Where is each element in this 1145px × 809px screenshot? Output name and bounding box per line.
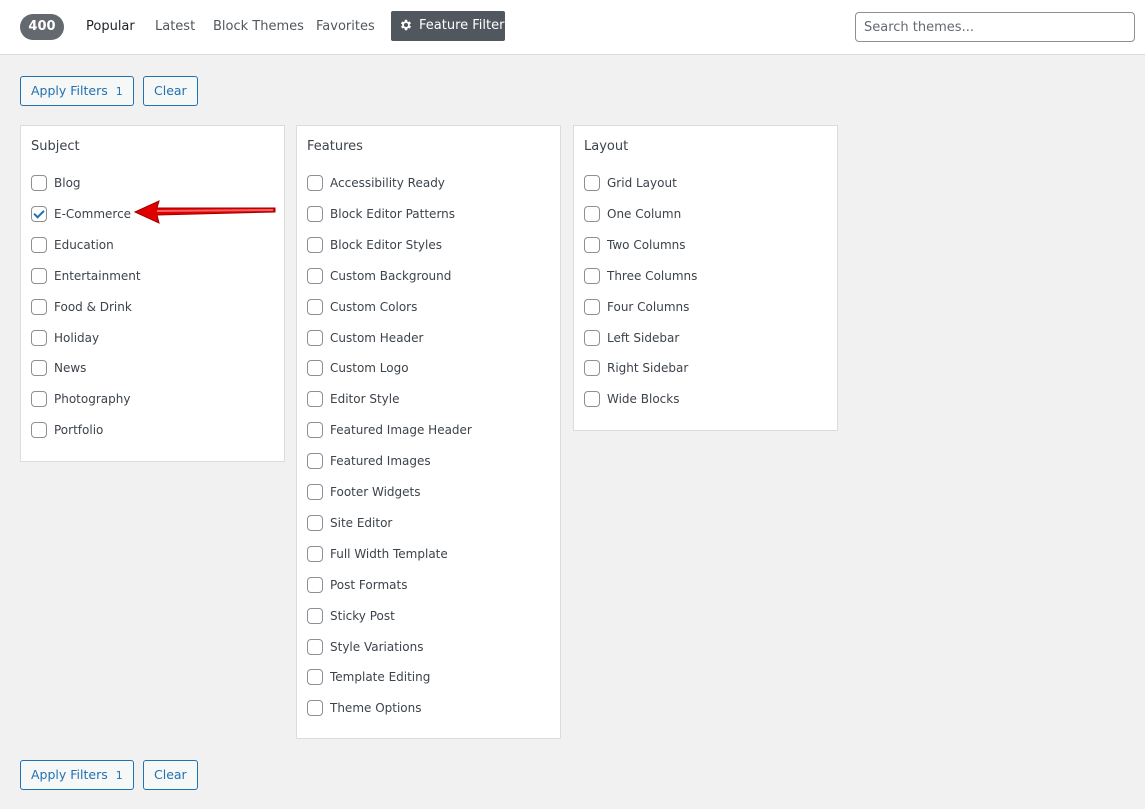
group-title-features: Features xyxy=(307,139,363,154)
checkbox[interactable] xyxy=(31,175,47,191)
apply-filters-button-bottom[interactable]: Apply Filters 1 xyxy=(20,760,134,790)
filter-option-label: Editor Style xyxy=(330,392,400,407)
filter-option-label: Post Formats xyxy=(330,577,408,592)
checkbox[interactable] xyxy=(31,329,47,346)
feature-filter-label: Feature Filter xyxy=(419,18,505,33)
filter-option-label: Theme Options xyxy=(330,701,422,716)
filter-option-label: Holiday xyxy=(54,330,100,345)
filter-option-label: Style Variations xyxy=(330,639,424,654)
filter-option-label: Blog xyxy=(54,176,81,190)
checkbox[interactable] xyxy=(307,700,323,717)
filter-option-label: Custom Colors xyxy=(330,299,418,314)
checkbox[interactable] xyxy=(307,391,323,408)
red-arrow-icon xyxy=(133,200,276,224)
checkbox[interactable] xyxy=(31,267,47,284)
clear-filters-button-top[interactable]: Clear xyxy=(143,76,198,106)
checkbox[interactable] xyxy=(31,298,47,315)
checkbox[interactable] xyxy=(307,484,323,500)
tab-latest[interactable]: Latest xyxy=(155,19,195,35)
checkbox[interactable] xyxy=(307,298,323,315)
filter-option-label: Left Sidebar xyxy=(607,330,680,345)
filter-option-label: Photography xyxy=(54,392,131,407)
filter-group-features: Features Accessibility Ready Block Editor… xyxy=(296,125,561,739)
filter-option-label: Sticky Post xyxy=(330,608,395,623)
filter-option-label: Food & Drink xyxy=(54,299,132,314)
apply-filters-button-top[interactable]: Apply Filters 1 xyxy=(20,76,134,106)
checkbox[interactable] xyxy=(31,360,47,377)
checkbox[interactable] xyxy=(31,391,47,408)
filter-option-label: Full Width Template xyxy=(330,546,448,561)
checkbox[interactable] xyxy=(307,545,323,562)
checkbox[interactable] xyxy=(307,576,323,593)
filter-option-label: Site Editor xyxy=(330,515,393,530)
checkbox[interactable] xyxy=(307,669,323,686)
filter-option-label: Accessibility Ready xyxy=(330,176,445,190)
filter-option-label: Four Columns xyxy=(607,299,690,314)
checkbox[interactable] xyxy=(307,638,323,655)
filter-option-label: Entertainment xyxy=(54,268,141,283)
checkbox[interactable] xyxy=(584,391,600,408)
filter-option-label: Block Editor Styles xyxy=(330,237,442,252)
feature-filter-button[interactable]: Feature Filter xyxy=(391,11,505,41)
filter-option-label: Portfolio xyxy=(54,423,104,438)
filter-option-label: Block Editor Patterns xyxy=(330,206,456,221)
filter-option-label: Featured Image Header xyxy=(330,423,472,438)
filter-option-label: Featured Images xyxy=(330,454,431,469)
checkbox[interactable] xyxy=(307,607,323,624)
filter-option-label: News xyxy=(54,361,87,376)
checkbox[interactable] xyxy=(307,514,323,531)
filter-group-layout: Layout Grid Layout One Column Two Columns T… xyxy=(573,125,838,431)
gear-icon xyxy=(399,14,413,44)
checkbox[interactable] xyxy=(307,205,323,222)
search-themes-input[interactable] xyxy=(855,12,1135,42)
filter-option-label: Custom Logo xyxy=(330,361,409,376)
group-title-subject: Subject xyxy=(31,139,80,154)
tab-block-themes[interactable]: Block Themes xyxy=(213,19,304,35)
checkbox[interactable] xyxy=(307,236,323,253)
filter-option-label: Grid Layout xyxy=(607,176,677,190)
filter-option-label: Custom Header xyxy=(330,330,424,345)
theme-browser-header: 400 Popular Latest Block Themes Favorite… xyxy=(0,0,1145,55)
filter-group-subject: Subject Blog E-Commerce Education Entertain… xyxy=(20,125,285,462)
filter-option-label: Two Columns xyxy=(607,237,686,252)
tab-popular[interactable]: Popular xyxy=(86,19,135,35)
checkbox[interactable] xyxy=(307,360,323,377)
checkbox[interactable] xyxy=(584,205,600,222)
group-title-layout: Layout xyxy=(584,139,629,154)
checkbox[interactable] xyxy=(31,422,47,439)
filter-option-label: Education xyxy=(54,237,114,252)
filter-option-label: Right Sidebar xyxy=(607,361,689,376)
filter-option-label: Footer Widgets xyxy=(330,485,421,499)
checkbox[interactable] xyxy=(307,329,323,346)
theme-count-badge: 400 xyxy=(20,14,64,40)
filter-count: 1 xyxy=(115,769,123,782)
checkbox[interactable] xyxy=(31,236,47,253)
checkbox[interactable] xyxy=(584,267,600,284)
checkbox[interactable] xyxy=(307,422,323,439)
apply-filters-label: Apply Filters xyxy=(31,767,108,782)
filter-option-label: E-Commerce xyxy=(54,206,132,221)
apply-filters-label: Apply Filters xyxy=(31,83,108,98)
filter-option-label: One Column xyxy=(607,206,682,221)
checkbox[interactable] xyxy=(307,175,323,191)
checkbox[interactable] xyxy=(31,205,47,222)
checkbox[interactable] xyxy=(307,453,323,470)
checkbox[interactable] xyxy=(584,329,600,346)
clear-filters-button-bottom[interactable]: Clear xyxy=(143,760,198,790)
filter-option-label: Wide Blocks xyxy=(607,392,680,407)
tab-favorites[interactable]: Favorites xyxy=(316,19,375,35)
filter-option-label: Custom Background xyxy=(330,268,452,283)
checkbox[interactable] xyxy=(584,175,600,191)
filter-option-label: Three Columns xyxy=(607,268,698,283)
filter-count: 1 xyxy=(115,85,123,98)
checkbox[interactable] xyxy=(307,267,323,284)
checkbox[interactable] xyxy=(584,236,600,253)
filter-option-label: Template Editing xyxy=(330,670,431,685)
checkbox[interactable] xyxy=(584,298,600,315)
checkbox[interactable] xyxy=(584,360,600,377)
